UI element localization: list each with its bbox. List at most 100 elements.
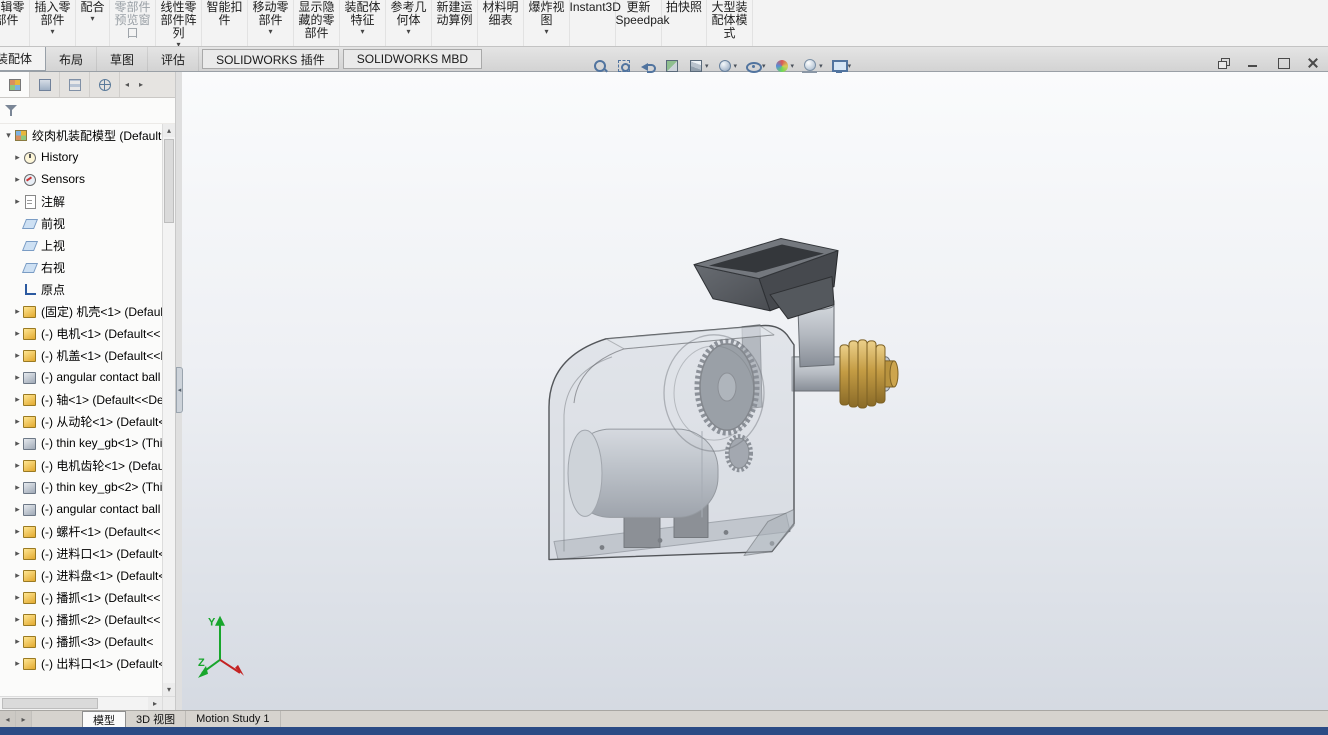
expand-arrow-icon[interactable] xyxy=(12,482,23,493)
dropdown-caret-icon[interactable]: ▾ xyxy=(762,62,766,70)
reference-geometry-button[interactable]: 参考几何体 ▾ xyxy=(386,0,432,46)
panel-collapse-handle[interactable]: ◂ xyxy=(176,367,183,413)
scrollbar-thumb[interactable] xyxy=(2,698,98,709)
tab-3d-views[interactable]: 3D 视图 xyxy=(126,711,186,727)
scrollbar-track[interactable] xyxy=(163,137,175,683)
assembly-features-button[interactable]: 装配体特征 ▾ xyxy=(340,0,386,46)
bill-of-materials-button[interactable]: 材料明细表 xyxy=(478,0,524,46)
tree-vertical-scrollbar[interactable]: ▴ ▾ xyxy=(162,124,175,696)
expand-arrow-icon[interactable] xyxy=(12,658,23,669)
tree-item-screw-rod[interactable]: (-) 螺杆<1> (Default<< xyxy=(0,520,162,542)
viewport-canvas[interactable]: Y Z xyxy=(182,72,1328,710)
zoom-to-fit-button[interactable] xyxy=(592,58,608,74)
graphics-viewport[interactable]: Y Z xyxy=(182,72,1328,710)
tree-item-thin-key-2[interactable]: (-) thin key_gb<2> (Thi xyxy=(0,476,162,498)
view-settings-button[interactable]: ▾ xyxy=(831,58,852,74)
tree-root-assembly[interactable]: 绞肉机装配模型 (Default<D xyxy=(0,124,162,146)
tree-item-driven-wheel[interactable]: (-) 从动轮<1> (Default< xyxy=(0,410,162,432)
tree-item-sensors[interactable]: Sensors xyxy=(0,168,162,190)
tab-assembly[interactable]: 装配体 xyxy=(0,47,46,71)
tab-motion-study-1[interactable]: Motion Study 1 xyxy=(186,711,280,727)
dropdown-arrow-icon[interactable]: ▾ xyxy=(544,28,548,36)
panel-tabs-scroll-left-icon[interactable]: ◂ xyxy=(120,72,134,97)
move-component-button[interactable]: 移动零部件 ▾ xyxy=(248,0,294,46)
expand-arrow-icon[interactable] xyxy=(12,328,23,339)
new-motion-study-button[interactable]: 新建运动算例 xyxy=(432,0,478,46)
exploded-view-button[interactable]: 爆炸视图 ▾ xyxy=(524,0,570,46)
model-tabs-scroll-left-icon[interactable]: ◂ xyxy=(0,711,16,727)
tree-item-bearing-1[interactable]: (-) angular contact ball xyxy=(0,366,162,388)
tree-item-thin-key-1[interactable]: (-) thin key_gb<1> (Thi xyxy=(0,432,162,454)
view-orientation-button[interactable]: ▾ xyxy=(688,58,709,74)
expand-arrow-icon[interactable] xyxy=(12,548,23,559)
expand-arrow-icon[interactable] xyxy=(12,592,23,603)
expand-arrow-icon[interactable] xyxy=(12,460,23,471)
tree-item-motor-gear[interactable]: (-) 电机齿轮<1> (Defau xyxy=(0,454,162,476)
mate-button[interactable]: 配合 ▾ xyxy=(76,0,110,46)
scroll-down-icon[interactable]: ▾ xyxy=(163,683,175,696)
apply-scene-button[interactable]: ▾ xyxy=(802,58,823,74)
restore-down-button[interactable] xyxy=(1214,55,1232,71)
dropdown-caret-icon[interactable]: ▾ xyxy=(734,62,738,70)
component-preview-window-button[interactable]: 零部件预览窗口 xyxy=(110,0,156,46)
tree-item-inlet[interactable]: (-) 进料口<1> (Default<D xyxy=(0,542,162,564)
expand-arrow-icon[interactable] xyxy=(12,526,23,537)
tab-solidworks-addins[interactable]: SOLIDWORKS 插件 xyxy=(202,49,339,69)
smart-fasteners-button[interactable]: 智能扣件 xyxy=(202,0,248,46)
tab-evaluate[interactable]: 评估 xyxy=(148,47,199,71)
dropdown-caret-icon[interactable]: ▾ xyxy=(705,62,709,70)
scrollbar-thumb[interactable] xyxy=(164,139,174,223)
tab-model[interactable]: 模型 xyxy=(82,711,126,727)
edit-appearance-button[interactable]: ▾ xyxy=(774,58,795,74)
tree-item-housing[interactable]: (固定) 机壳<1> (Default< xyxy=(0,300,162,322)
edit-component-button[interactable]: 编辑零部件 xyxy=(0,0,30,46)
tree-item-feed-tray[interactable]: (-) 进料盘<1> (Default<D xyxy=(0,564,162,586)
propertymanager-tab[interactable] xyxy=(30,72,60,97)
tree-item-top-plane[interactable]: 上视 xyxy=(0,234,162,256)
expand-arrow-icon[interactable] xyxy=(12,614,23,625)
close-button[interactable] xyxy=(1304,55,1322,71)
previous-view-button[interactable] xyxy=(640,58,656,74)
dropdown-caret-icon[interactable]: ▾ xyxy=(848,62,852,70)
scroll-up-icon[interactable]: ▴ xyxy=(163,124,175,137)
dropdown-arrow-icon[interactable]: ▾ xyxy=(90,15,94,23)
expand-arrow-icon[interactable] xyxy=(12,438,23,449)
model-tabs-scroll-right-icon[interactable]: ▸ xyxy=(16,711,32,727)
tree-horizontal-scrollbar[interactable]: ▸ xyxy=(0,696,175,710)
tab-sketch[interactable]: 草图 xyxy=(97,47,148,71)
expand-arrow-icon[interactable] xyxy=(12,504,23,515)
tree-item-right-plane[interactable]: 右视 xyxy=(0,256,162,278)
expand-arrow-icon[interactable] xyxy=(12,152,23,163)
tree-item-paddle-1[interactable]: (-) 播抓<1> (Default<< xyxy=(0,586,162,608)
tree-item-bearing-2[interactable]: (-) angular contact ball xyxy=(0,498,162,520)
linear-component-pattern-button[interactable]: 线性零部件阵列 ▾ xyxy=(156,0,202,46)
expand-arrow-icon[interactable] xyxy=(12,196,23,207)
expand-arrow-icon[interactable] xyxy=(12,636,23,647)
tree-item-motor[interactable]: (-) 电机<1> (Default<< xyxy=(0,322,162,344)
scrollbar-track[interactable] xyxy=(0,697,148,710)
show-hidden-components-button[interactable]: 显示隐藏的零部件 xyxy=(294,0,340,46)
expand-arrow-icon[interactable] xyxy=(12,174,23,185)
expand-arrow-icon[interactable] xyxy=(12,416,23,427)
dropdown-arrow-icon[interactable]: ▾ xyxy=(268,28,272,36)
dropdown-arrow-icon[interactable]: ▾ xyxy=(360,28,364,36)
filter-icon[interactable] xyxy=(5,104,18,117)
tree-item-cover[interactable]: (-) 机盖<1> (Default<<De xyxy=(0,344,162,366)
tree-item-origin[interactable]: 原点 xyxy=(0,278,162,300)
configurationmanager-tab[interactable] xyxy=(60,72,90,97)
panel-tabs-scroll-right-icon[interactable]: ▸ xyxy=(134,72,148,97)
tree-item-front-plane[interactable]: 前视 xyxy=(0,212,162,234)
orientation-triad[interactable]: Y Z xyxy=(198,616,244,678)
large-assembly-mode-button[interactable]: 大型装配体模式 xyxy=(707,0,753,46)
dropdown-arrow-icon[interactable]: ▾ xyxy=(406,28,410,36)
expand-arrow-icon[interactable] xyxy=(12,394,23,405)
expand-arrow-icon[interactable] xyxy=(12,570,23,581)
meat-grinder-model[interactable] xyxy=(549,239,898,560)
dropdown-arrow-icon[interactable]: ▾ xyxy=(50,28,54,36)
dropdown-caret-icon[interactable]: ▾ xyxy=(791,62,795,70)
tree-item-paddle-3[interactable]: (-) 播抓<3> (Default< xyxy=(0,630,162,652)
update-speedpak-button[interactable]: 更新 Speedpak xyxy=(616,0,662,46)
tree-item-history[interactable]: History xyxy=(0,146,162,168)
insert-components-button[interactable]: 插入零部件 ▾ xyxy=(30,0,76,46)
tree-item-paddle-2[interactable]: (-) 播抓<2> (Default<< xyxy=(0,608,162,630)
